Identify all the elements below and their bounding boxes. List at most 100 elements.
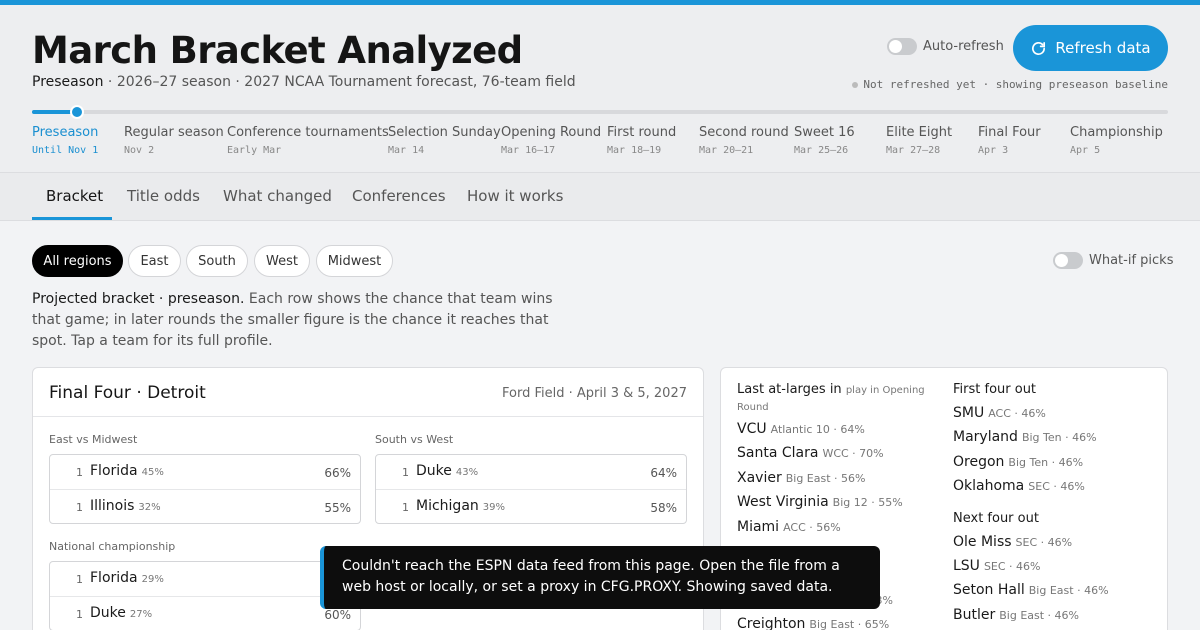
team-name: Florida <box>90 463 138 479</box>
bubble-team-info: Big 12 · 55% <box>832 496 903 510</box>
bubble-team-item[interactable]: VCU Atlantic 10 · 64% <box>737 421 937 445</box>
game-label: National championship <box>49 540 176 553</box>
phase-preseason[interactable]: Preseason Until Nov 1 <box>32 125 98 156</box>
game-label: East vs Midwest <box>49 433 138 446</box>
page-header: March Bracket Analyzed Preseason · 2026–… <box>0 5 1200 172</box>
tab-conferences[interactable]: Conferences <box>352 187 446 205</box>
bubble-team-item[interactable]: Miami ACC · 56% <box>737 519 937 543</box>
bubble-team-item[interactable]: Maryland Big Ten · 46% <box>953 429 1153 453</box>
team-reach-pct: 39% <box>482 502 506 513</box>
bubble-team-item[interactable]: Ole Miss SEC · 46% <box>953 534 1153 558</box>
team-row[interactable]: 1 Florida 29% <box>50 562 360 596</box>
phase-name: Elite Eight <box>886 125 953 140</box>
phase-name: Regular season <box>124 125 224 140</box>
first-four-out-title: First four out <box>953 382 1037 397</box>
phase-date: Apr 5 <box>1070 145 1101 156</box>
phase-championship[interactable]: Championship Apr 5 <box>1070 125 1163 156</box>
bubble-team-item[interactable]: Xavier Big East · 56% <box>737 470 937 494</box>
what-if-label: What-if picks <box>1089 253 1174 268</box>
phase-elite-eight[interactable]: Elite Eight Mar 27–28 <box>886 125 952 156</box>
phase-name: Conference tournaments <box>227 125 389 140</box>
bubble-team-info: SEC · 46% <box>983 559 1041 573</box>
team-row[interactable]: 1 Duke 27% 60% <box>50 596 360 630</box>
region-all[interactable]: All regions <box>32 245 123 277</box>
phase-date: Mar 27–28 <box>886 145 941 156</box>
bubble-team-item[interactable]: Santa Clara WCC · 70% <box>737 445 937 469</box>
team-seed: 1 <box>402 501 409 514</box>
last-at-large-note: play in Opening <box>845 385 925 396</box>
phase-second-round[interactable]: Second round Mar 20–21 <box>699 125 789 156</box>
phase-first-round[interactable]: First round Mar 18–19 <box>607 125 676 156</box>
team-name: Florida <box>90 570 138 586</box>
team-win-pct: 60% <box>324 608 351 622</box>
page-title: March Bracket Analyzed <box>32 29 523 72</box>
bubble-team-item[interactable]: SMU ACC · 46% <box>953 405 1153 429</box>
tab-what-changed[interactable]: What changed <box>223 187 332 205</box>
bubble-team-name: Xavier <box>737 469 782 486</box>
bubble-team-item[interactable]: West Virginia Big 12 · 55% <box>737 494 937 518</box>
refresh-data-label: Refresh data <box>1055 39 1151 57</box>
team-win-pct: 64% <box>650 466 677 480</box>
team-name: Duke <box>90 605 126 621</box>
bubble-team-info: Big East · 46% <box>999 608 1079 622</box>
tab-title-odds[interactable]: Title odds <box>127 187 200 205</box>
bubble-team-info: Big East · 46% <box>1028 584 1109 598</box>
what-if-toggle[interactable]: What-if picks <box>1053 252 1173 269</box>
bubble-team-item[interactable]: LSU SEC · 46% <box>953 558 1153 582</box>
bubble-team-name: Creighton <box>737 616 806 630</box>
bubble-team-info: ACC · 56% <box>783 520 841 534</box>
phase-name: Selection Sunday <box>388 125 501 140</box>
bubble-team-item[interactable]: Oklahoma SEC · 46% <box>953 478 1153 502</box>
bubble-team-name: SMU <box>953 405 985 421</box>
phase-sweet-16[interactable]: Sweet 16 Mar 25–26 <box>794 125 855 156</box>
description-lead: Projected bracket · preseason. <box>32 291 245 307</box>
region-east[interactable]: East <box>128 245 181 277</box>
matchup-east-midwest: 1 Florida 45% 66% 1 Illinois 32% 55% <box>49 454 361 524</box>
team-seed: 1 <box>76 466 83 479</box>
season-progress-marker[interactable] <box>70 105 84 119</box>
tab-how-it-works[interactable]: How it works <box>467 187 563 205</box>
team-row[interactable]: 1 Michigan 39% 58% <box>376 489 686 523</box>
phase-final-four[interactable]: Final Four Apr 3 <box>978 125 1041 156</box>
phase-conference-tournaments[interactable]: Conference tournaments Early Mar <box>227 125 389 156</box>
phase-name: Preseason <box>32 125 99 140</box>
refresh-data-button[interactable]: Refresh data <box>1013 25 1168 71</box>
phase-regular-season[interactable]: Regular season Nov 2 <box>124 125 224 156</box>
active-tab-indicator <box>32 217 112 220</box>
phase-selection-sunday[interactable]: Selection Sunday Mar 14 <box>388 125 501 156</box>
bubble-team-name: LSU <box>953 557 980 574</box>
what-if-switch[interactable] <box>1053 252 1083 269</box>
region-south[interactable]: South <box>186 245 248 277</box>
bubble-team-item[interactable]: Creighton Big East · 65% <box>737 616 937 630</box>
tab-bracket[interactable]: Bracket <box>46 187 103 205</box>
bubble-team-name: Ole Miss <box>953 533 1012 550</box>
phase-opening-round[interactable]: Opening Round Mar 16–17 <box>501 125 601 156</box>
team-row[interactable]: 1 Florida 45% 66% <box>50 455 360 489</box>
team-reach-pct: 29% <box>141 574 164 585</box>
last-at-large-note-2: Round <box>737 402 769 413</box>
region-west[interactable]: West <box>254 245 310 277</box>
team-row[interactable]: 1 Duke 43% 64% <box>376 455 686 489</box>
error-toast: Couldn't reach the ESPN data feed from t… <box>320 546 880 609</box>
bubble-team-name: Miami <box>737 518 780 535</box>
bubble-team-item[interactable]: Oregon Big Ten · 46% <box>953 454 1153 478</box>
bubble-team-item[interactable]: Seton Hall Big East · 46% <box>953 582 1153 606</box>
team-row[interactable]: 1 Illinois 32% 55% <box>50 489 360 523</box>
region-midwest[interactable]: Midwest <box>316 245 393 277</box>
bubble-team-name: VCU <box>737 421 767 437</box>
bubble-team-item[interactable]: Butler Big East · 46% <box>953 607 1153 630</box>
phase-date: Mar 25–26 <box>794 145 849 156</box>
bubble-team-info: SEC · 46% <box>1028 480 1085 494</box>
next-four-out-title: Next four out <box>953 510 1039 526</box>
auto-refresh-switch[interactable] <box>887 38 917 55</box>
phase-date: Mar 14 <box>388 145 425 156</box>
bubble-team-name: West Virginia <box>737 494 829 511</box>
phase-label: Preseason <box>32 74 104 90</box>
bubble-team-name: Oregon <box>953 453 1005 470</box>
team-name: Illinois <box>90 498 135 514</box>
auto-refresh-toggle[interactable]: Auto-refresh <box>887 38 1004 55</box>
team-win-pct: 66% <box>324 466 351 480</box>
phase-date: Mar 18–19 <box>607 145 662 156</box>
status-dot-icon <box>852 82 859 88</box>
team-name: Duke <box>416 463 452 479</box>
